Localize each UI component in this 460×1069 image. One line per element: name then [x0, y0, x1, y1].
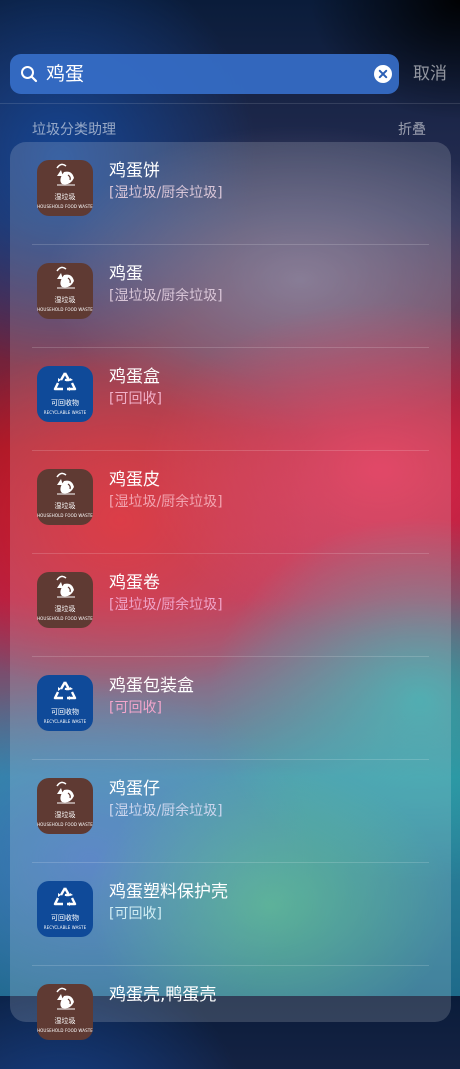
icon-label-cn: 湿垃圾 [54, 811, 76, 819]
results-panel: 湿垃圾 HOUSEHOLD FOOD WASTE 鸡蛋饼 [湿垃圾/厨余垃圾] 湿垃圾 H… [10, 142, 451, 1040]
result-category: [湿垃圾/厨余垃圾] [109, 288, 223, 304]
icon-label-cn: 湿垃圾 [54, 502, 76, 510]
result-title: 鸡蛋包装盒 [109, 676, 194, 696]
result-category: [可回收] [109, 906, 162, 922]
icon-label-en: RECYCLABLE WASTE [43, 719, 87, 724]
food-bin-graphic [56, 163, 75, 186]
recycle-icon: 可回收物 RECYCLABLE WASTE [37, 675, 93, 731]
divider [0, 103, 460, 104]
recycle-icon: 可回收物 RECYCLABLE WASTE [37, 366, 93, 422]
search-icon [21, 66, 38, 83]
result-title: 鸡蛋 [109, 264, 143, 284]
food-waste-icon: 湿垃圾 HOUSEHOLD FOOD WASTE [37, 572, 93, 628]
food-bin-graphic [56, 781, 75, 804]
food-bin-graphic [56, 266, 75, 289]
result-category: [湿垃圾/厨余垃圾] [109, 494, 223, 510]
icon-label-en: HOUSEHOLD FOOD WASTE [37, 204, 93, 209]
result-row[interactable]: 湿垃圾 HOUSEHOLD FOOD WASTE 鸡蛋 [湿垃圾/厨余垃圾] [10, 245, 451, 348]
icon-label-en: RECYCLABLE WASTE [43, 925, 87, 930]
food-bin-graphic [56, 575, 75, 598]
icon-label-cn: 可回收物 [51, 708, 79, 716]
food-waste-icon: 湿垃圾 HOUSEHOLD FOOD WASTE [37, 469, 93, 525]
result-category: [湿垃圾/厨余垃圾] [109, 803, 223, 819]
result-category: [湿垃圾/厨余垃圾] [109, 597, 223, 613]
icon-label-en: HOUSEHOLD FOOD WASTE [37, 1028, 93, 1033]
section-title: 垃圾分类助理 [32, 122, 116, 138]
icon-label-cn: 湿垃圾 [54, 193, 76, 201]
icon-label-en: HOUSEHOLD FOOD WASTE [37, 513, 93, 518]
result-title: 鸡蛋皮 [109, 470, 160, 490]
result-title: 鸡蛋仔 [109, 779, 160, 799]
result-category: [湿垃圾/厨余垃圾] [109, 185, 223, 201]
recycle-graphic [53, 887, 77, 906]
result-title: 鸡蛋饼 [109, 161, 160, 181]
icon-label-en: RECYCLABLE WASTE [43, 410, 87, 415]
result-row[interactable]: 湿垃圾 HOUSEHOLD FOOD WASTE 鸡蛋卷 [湿垃圾/厨余垃圾] [10, 554, 451, 657]
icon-label-cn: 湿垃圾 [54, 605, 76, 613]
result-row[interactable]: 可回收物 RECYCLABLE WASTE 鸡蛋包装盒 [可回收] [10, 657, 451, 760]
collapse-button[interactable]: 折叠 [398, 119, 426, 139]
food-waste-icon: 湿垃圾 HOUSEHOLD FOOD WASTE [37, 160, 93, 216]
recycle-icon: 可回收物 RECYCLABLE WASTE [37, 881, 93, 937]
result-title: 鸡蛋卷 [109, 573, 160, 593]
result-row[interactable]: 湿垃圾 HOUSEHOLD FOOD WASTE 鸡蛋饼 [湿垃圾/厨余垃圾] [10, 142, 451, 245]
result-row[interactable]: 可回收物 RECYCLABLE WASTE 鸡蛋塑料保护壳 [可回收] [10, 863, 451, 966]
search-bar[interactable]: 鸡蛋 [10, 54, 399, 94]
search-input[interactable]: 鸡蛋 [46, 62, 84, 86]
clear-search-icon[interactable] [374, 65, 392, 83]
icon-label-cn: 湿垃圾 [54, 296, 76, 304]
food-waste-icon: 湿垃圾 HOUSEHOLD FOOD WASTE [37, 984, 93, 1040]
icon-label-en: HOUSEHOLD FOOD WASTE [37, 307, 93, 312]
result-row[interactable]: 可回收物 RECYCLABLE WASTE 鸡蛋盒 [可回收] [10, 348, 451, 451]
result-row[interactable]: 湿垃圾 HOUSEHOLD FOOD WASTE 鸡蛋皮 [湿垃圾/厨余垃圾] [10, 451, 451, 554]
cancel-button[interactable]: 取消 [413, 62, 447, 86]
result-title: 鸡蛋壳,鸭蛋壳 [109, 985, 217, 1005]
icon-label-en: HOUSEHOLD FOOD WASTE [37, 616, 93, 621]
food-waste-icon: 湿垃圾 HOUSEHOLD FOOD WASTE [37, 263, 93, 319]
icon-label-cn: 湿垃圾 [54, 1017, 76, 1025]
icon-label-cn: 可回收物 [51, 399, 79, 407]
result-category: [可回收] [109, 700, 162, 716]
icon-label-cn: 可回收物 [51, 914, 79, 922]
icon-label-en: HOUSEHOLD FOOD WASTE [37, 822, 93, 827]
recycle-graphic [53, 681, 77, 700]
result-row[interactable]: 湿垃圾 HOUSEHOLD FOOD WASTE 鸡蛋壳,鸭蛋壳 [10, 966, 451, 1069]
food-waste-icon: 湿垃圾 HOUSEHOLD FOOD WASTE [37, 778, 93, 834]
result-row[interactable]: 湿垃圾 HOUSEHOLD FOOD WASTE 鸡蛋仔 [湿垃圾/厨余垃圾] [10, 760, 451, 863]
result-category: [可回收] [109, 391, 162, 407]
food-bin-graphic [56, 472, 75, 495]
food-bin-graphic [56, 987, 75, 1010]
recycle-graphic [53, 372, 77, 391]
result-title: 鸡蛋盒 [109, 367, 160, 387]
result-title: 鸡蛋塑料保护壳 [109, 882, 228, 902]
